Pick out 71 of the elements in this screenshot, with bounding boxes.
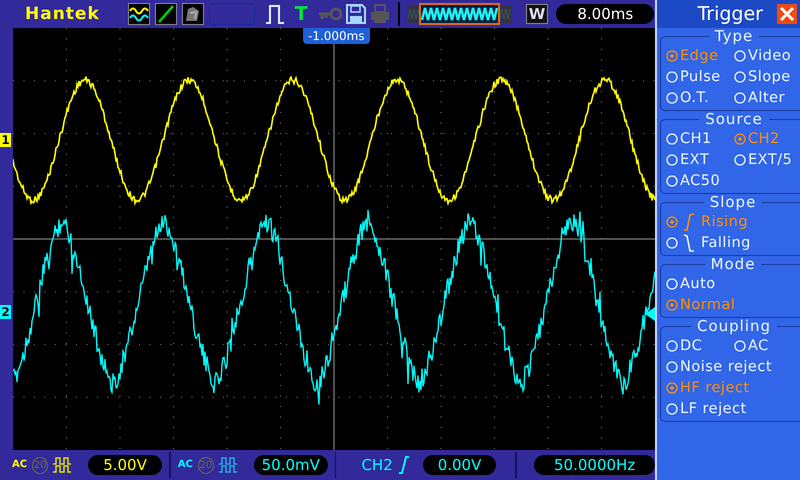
- radio-option[interactable]: Pulse: [666, 68, 734, 84]
- radio-option[interactable]: O.T.: [666, 90, 734, 106]
- radio-option[interactable]: Auto: [666, 276, 716, 292]
- coupling-indicator: AC: [178, 460, 193, 470]
- rising-edge-icon: [398, 456, 410, 474]
- key-icon: [318, 7, 342, 21]
- channel-marker[interactable]: 1: [0, 133, 11, 147]
- radio-option[interactable]: Slope: [734, 68, 800, 84]
- brand-logo: Hantek: [25, 4, 100, 24]
- radio-option[interactable]: Alter: [734, 90, 800, 106]
- pulse-icon[interactable]: [264, 3, 285, 25]
- section-title: Mode: [710, 256, 756, 273]
- section-title: Coupling: [696, 318, 772, 335]
- radio-option[interactable]: EXT/5: [734, 152, 800, 168]
- close-icon[interactable]: [777, 4, 797, 24]
- channel-wave-icon[interactable]: [128, 3, 150, 25]
- radio-unchecked-icon: [734, 70, 746, 82]
- falling-edge-icon: [683, 234, 695, 252]
- radio-unchecked-icon: [734, 92, 746, 104]
- bandwidth-limit-indicator: 20: [198, 456, 214, 474]
- radio-checked-icon: [734, 132, 746, 144]
- radio-option[interactable]: Falling: [666, 234, 751, 252]
- xy-line-icon[interactable]: [154, 3, 177, 25]
- memory-label: W: [526, 4, 548, 24]
- blank-indicator: [208, 3, 255, 25]
- channel-marker[interactable]: 2: [0, 305, 11, 319]
- section-title: Slope: [708, 194, 758, 211]
- radio-unchecked-icon: [666, 360, 678, 372]
- radio-unchecked-icon: [666, 154, 678, 166]
- radio-unchecked-icon: [666, 340, 678, 352]
- printer-icon: [370, 4, 390, 24]
- rising-edge-icon: [683, 212, 695, 230]
- radio-unchecked-icon: [666, 132, 678, 144]
- radio-unchecked-icon: [666, 174, 678, 186]
- radio-option[interactable]: DC: [666, 338, 734, 354]
- radio-unchecked-icon: [666, 92, 678, 104]
- radio-option[interactable]: CH1: [666, 130, 734, 146]
- volts-per-division-readout: 5.00V: [88, 455, 162, 475]
- radio-unchecked-icon: [666, 402, 678, 414]
- timebase-readout: 8.00ms: [556, 4, 654, 24]
- radio-option[interactable]: AC: [734, 338, 800, 354]
- radio-option[interactable]: AC50: [666, 172, 720, 188]
- radio-unchecked-icon: [734, 340, 746, 352]
- radio-unchecked-icon: [666, 70, 678, 82]
- radio-option[interactable]: EXT: [666, 152, 734, 168]
- volts-per-division-readout: 50.0mV: [254, 455, 328, 475]
- radio-unchecked-icon: [666, 236, 678, 248]
- menu-title: Trigger: [697, 3, 763, 25]
- radio-checked-icon: [666, 298, 678, 310]
- square-wave-icon: [53, 457, 72, 473]
- radio-option[interactable]: Noise reject: [666, 358, 772, 374]
- radio-unchecked-icon: [734, 154, 746, 166]
- coupling-indicator: AC: [12, 460, 28, 470]
- persistence-icon[interactable]: [182, 3, 204, 25]
- save-icon[interactable]: [346, 4, 366, 24]
- square-wave-icon: [218, 457, 237, 473]
- radio-unchecked-icon: [666, 278, 678, 290]
- radio-checked-icon: [666, 50, 678, 62]
- trigger-status: T: [294, 3, 308, 25]
- trigger-source-label: CH2: [361, 456, 393, 474]
- frequency-readout: 50.0000Hz: [534, 455, 655, 475]
- radio-checked-icon: [666, 382, 678, 394]
- trigger-level-readout: 0.00V: [422, 455, 496, 475]
- section-title: Type: [714, 28, 754, 45]
- radio-option[interactable]: Video: [734, 48, 800, 64]
- radio-option[interactable]: LF reject: [666, 400, 747, 416]
- radio-checked-icon: [666, 216, 678, 228]
- trigger-position-label[interactable]: -1.000ms: [303, 28, 370, 44]
- radio-unchecked-icon: [734, 50, 746, 62]
- section-title: Source: [704, 111, 764, 128]
- bandwidth-limit-indicator: 20: [32, 456, 48, 474]
